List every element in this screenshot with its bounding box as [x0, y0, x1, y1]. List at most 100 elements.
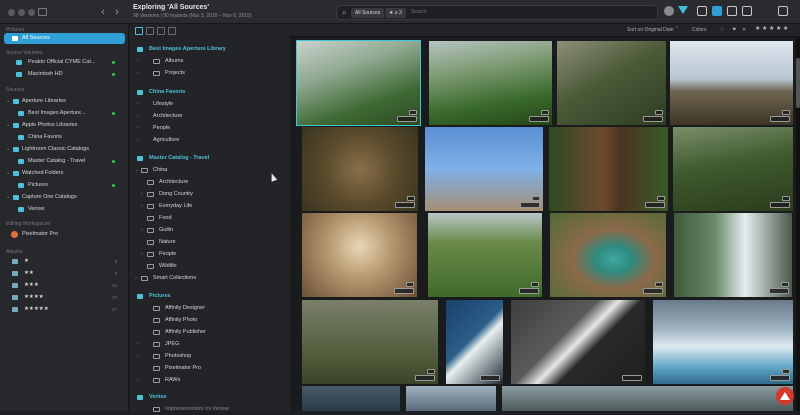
- browser-item-agriculture[interactable]: › Agriculture: [137, 135, 179, 146]
- sidebar-item-rating-3[interactable]: ★★★ 24: [4, 280, 125, 291]
- browser-item-pixelmator[interactable]: Pixelmator Pro: [153, 363, 201, 374]
- browser-item-projects[interactable]: › Projects: [137, 68, 185, 79]
- browser-item-nature[interactable]: Nature: [147, 237, 176, 248]
- chevron-right-icon[interactable]: ›: [137, 351, 139, 362]
- tab-browse[interactable]: [135, 27, 143, 35]
- sidebar-item-master-catalog[interactable]: Master Catalog - Travel: [4, 156, 125, 167]
- chevron-right-icon[interactable]: ›: [135, 273, 137, 284]
- sidebar-item-aperture-library[interactable]: Best Images Aperture...: [4, 108, 125, 119]
- grid-view-icon[interactable]: [697, 6, 707, 16]
- rating-star-icon[interactable]: ★: [776, 26, 782, 32]
- photo-thumbnail[interactable]: [302, 300, 438, 384]
- library-heading-aperture[interactable]: Best Images Aperture Library: [149, 46, 226, 52]
- browser-item-affinity-photo[interactable]: Affinity Photo: [153, 315, 197, 326]
- library-heading-venise[interactable]: Venise: [149, 394, 166, 400]
- rating-star-icon[interactable]: ★: [755, 26, 761, 32]
- scrollbar-thumb[interactable]: [796, 58, 800, 108]
- photo-thumbnail[interactable]: [429, 41, 552, 125]
- photo-thumbnail[interactable]: [557, 41, 666, 125]
- close-window-icon[interactable]: [8, 9, 15, 16]
- browser-item-venise-sub[interactable]: Impressionnism Ini Venise: [153, 404, 229, 415]
- minimize-window-icon[interactable]: [18, 9, 25, 16]
- chevron-down-icon[interactable]: ⌄: [6, 192, 10, 203]
- rating-star-icon[interactable]: ★: [783, 26, 789, 32]
- sort-menu[interactable]: Sort on Original Date: [627, 27, 674, 33]
- filter-icon[interactable]: [678, 6, 688, 14]
- search-input[interactable]: Search: [411, 9, 427, 15]
- chevron-down-icon[interactable]: ⌄: [6, 120, 10, 131]
- sidebar-item-volume-2[interactable]: Macintosh HD: [4, 69, 125, 80]
- sidebar-item-volume-1[interactable]: Peakto Official CYME Cat...: [4, 57, 125, 68]
- zoom-window-icon[interactable]: [28, 9, 35, 16]
- browser-item-wildlife[interactable]: Wildlife: [147, 261, 177, 272]
- photo-thumbnail[interactable]: [425, 127, 543, 211]
- chevron-right-icon[interactable]: ›: [137, 123, 139, 134]
- browser-item-lifestyle[interactable]: › Lifestyle: [137, 99, 173, 110]
- sidebar-item-rating-1[interactable]: ★ 5: [4, 256, 125, 267]
- tab-tags[interactable]: [157, 27, 165, 35]
- browser-item-smart[interactable]: › Smart Collections: [135, 273, 196, 284]
- sidebar-item-rating-5[interactable]: ★★★★★ 27: [4, 304, 125, 315]
- browser-item-china[interactable]: ⌄ China: [135, 165, 167, 176]
- photo-thumbnail[interactable]: [670, 41, 793, 125]
- chevron-right-icon[interactable]: ›: [137, 99, 139, 110]
- chevron-right-icon[interactable]: ›: [137, 56, 139, 67]
- rating-chip[interactable]: ★ ≥ 3: [385, 8, 406, 18]
- rating-star-icon[interactable]: ★: [762, 26, 768, 32]
- chevron-down-icon[interactable]: ⌄: [6, 168, 10, 179]
- browser-item-affinity-publisher[interactable]: Affinity Publisher: [153, 327, 206, 338]
- photo-thumbnail[interactable]: [296, 40, 421, 126]
- chevron-down-icon[interactable]: ⌄: [6, 96, 10, 107]
- browser-item-everyday[interactable]: › Everyday Life: [141, 201, 192, 212]
- chevron-right-icon[interactable]: ›: [141, 225, 143, 236]
- sources-chip[interactable]: All Sources: [351, 8, 385, 18]
- reject-icon[interactable]: ✕: [742, 27, 746, 33]
- rating-star-icon[interactable]: ★: [769, 26, 775, 32]
- photo-thumbnail[interactable]: [511, 300, 645, 384]
- photo-thumbnail[interactable]: [302, 386, 400, 411]
- colors-menu[interactable]: Colors: [692, 27, 706, 33]
- flag-icon[interactable]: ⚑: [732, 27, 736, 33]
- browser-item-c-architecture[interactable]: Architecture: [147, 177, 188, 188]
- browser-item-c-people[interactable]: › People: [141, 249, 176, 260]
- library-heading-china[interactable]: China Favoris: [149, 89, 185, 95]
- chevron-right-icon[interactable]: ›: [141, 201, 143, 212]
- library-heading-pictures[interactable]: Pictures: [149, 293, 171, 299]
- sidebar-item-china-favoris[interactable]: China Favoris: [4, 132, 125, 143]
- sidebar-toggle-icon[interactable]: [38, 8, 47, 16]
- photo-thumbnail[interactable]: [674, 213, 792, 297]
- back-icon[interactable]: ‹: [96, 5, 110, 19]
- sidebar-item-venise[interactable]: Venise: [4, 204, 125, 215]
- grid-scrollbar[interactable]: [796, 38, 800, 411]
- chevron-right-icon[interactable]: ›: [137, 339, 139, 350]
- color-wheel-icon[interactable]: [664, 6, 674, 16]
- photo-thumbnail[interactable]: [673, 127, 793, 211]
- chevron-right-icon[interactable]: ›: [137, 375, 139, 386]
- heart-icon[interactable]: ♡: [720, 27, 724, 33]
- browser-item-architecture[interactable]: › Architecture: [137, 111, 182, 122]
- chevron-right-icon[interactable]: ›: [137, 135, 139, 146]
- sidebar-item-photos[interactable]: ⌄ Apple Photos Libraries: [4, 120, 125, 131]
- sidebar-item-lightroom[interactable]: ⌄ Lightroom Classic Catalogs: [4, 144, 125, 155]
- tab-people[interactable]: [168, 27, 176, 35]
- chevron-down-icon[interactable]: ⌄: [135, 165, 139, 176]
- browser-item-albums[interactable]: › Albums: [137, 56, 183, 67]
- library-heading-master[interactable]: Master Catalog - Travel: [149, 155, 209, 161]
- sort-direction-icon[interactable]: ⌃: [675, 26, 679, 32]
- sidebar-item-captureone[interactable]: ⌄ Capture One Catalogs: [4, 192, 125, 203]
- photo-thumbnail[interactable]: [446, 300, 503, 384]
- photo-thumbnail[interactable]: [550, 213, 666, 297]
- browser-item-people[interactable]: › People: [137, 123, 170, 134]
- inspector-toggle-icon[interactable]: [778, 6, 788, 16]
- chevron-right-icon[interactable]: ›: [141, 189, 143, 200]
- single-view-icon[interactable]: [727, 6, 737, 16]
- photo-thumbnail[interactable]: [502, 386, 793, 411]
- photo-thumbnail[interactable]: [549, 127, 668, 211]
- sidebar-item-pixelmator[interactable]: Pixelmator Pro: [4, 229, 125, 240]
- sidebar-item-watched[interactable]: ⌄ Watched Folders: [4, 168, 125, 179]
- tab-calendar[interactable]: [146, 27, 154, 35]
- sidebar-item-all-sources[interactable]: All Sources: [4, 33, 125, 44]
- browser-item-photoshop[interactable]: › Photoshop: [137, 351, 191, 362]
- photo-thumbnail[interactable]: [653, 300, 793, 384]
- map-view-icon[interactable]: [742, 6, 752, 16]
